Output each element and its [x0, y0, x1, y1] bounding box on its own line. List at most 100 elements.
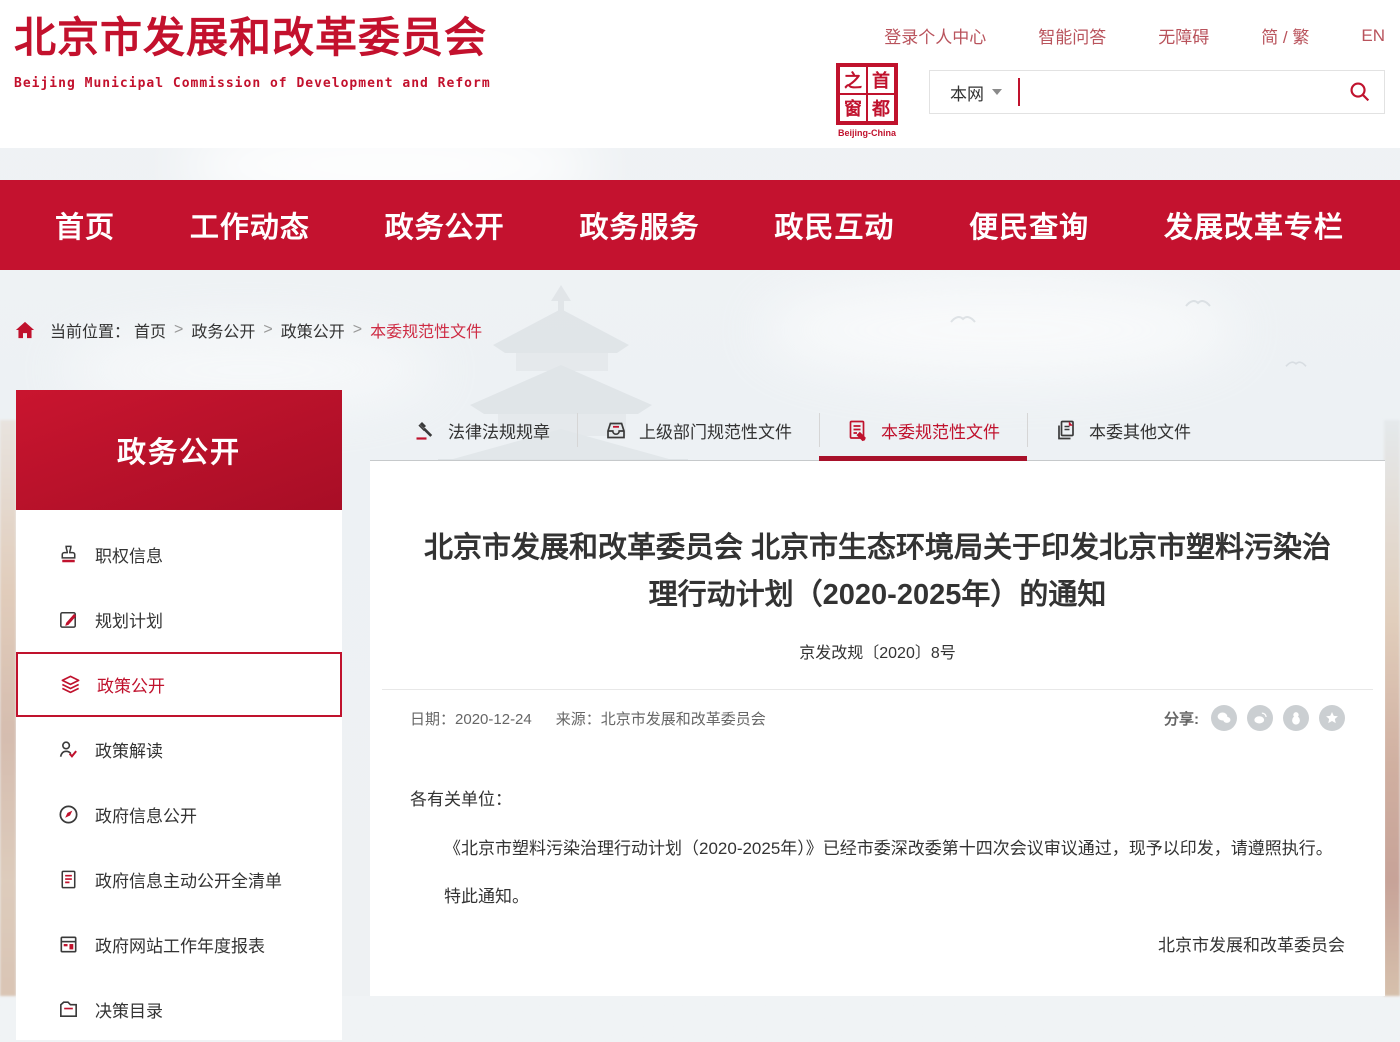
nav-item[interactable]: 便民查询 — [969, 204, 1089, 246]
page: { "colors": { "primary_red": "#c4122f", … — [0, 0, 1400, 996]
sidebar: 政务公开 职权信息 规划计划 政策公开 政策解读 — [16, 390, 342, 1040]
top-utility-link[interactable]: 智能问答 — [1038, 23, 1106, 48]
document-category-tabs: 法律法规规章 上级部门规范性文件 本委规范性文件 本委其他文件 — [370, 400, 1385, 461]
qq-icon — [1287, 709, 1305, 727]
share-bar: 分享: — [1164, 705, 1345, 731]
document-icon — [56, 868, 80, 892]
sidebar-item[interactable]: 政策解读 — [16, 717, 342, 782]
search-scope-label: 本网 — [950, 80, 984, 105]
tab-label: 本委规范性文件 — [881, 418, 1000, 443]
inbox-icon — [604, 418, 628, 442]
breadcrumb-separator: > — [263, 321, 272, 339]
search-scope-dropdown[interactable]: 本网 — [930, 80, 1002, 105]
tab-label: 法律法规规章 — [448, 418, 550, 443]
share-button[interactable] — [1283, 705, 1309, 731]
breadcrumb-label: 当前位置： — [50, 318, 130, 342]
cloud-decoration — [760, 280, 1240, 380]
tab[interactable]: 本委规范性文件 — [819, 400, 1027, 460]
breadcrumb-current: 本委规范性文件 — [370, 318, 482, 342]
article-source: 北京市发展和改革委员会 — [601, 711, 766, 728]
folder-icon — [56, 998, 80, 1022]
site-logo-title: 北京市发展和改革委员会 — [14, 14, 491, 62]
bird-decoration — [950, 312, 976, 324]
sidebar-title: 政务公开 — [16, 390, 342, 510]
source-label: 来源： — [556, 711, 601, 728]
nav-item[interactable]: 首页 — [55, 204, 115, 246]
person-check-icon — [56, 738, 80, 762]
breadcrumb-links: 首页>政务公开>政策公开> — [130, 318, 366, 342]
bird-decoration — [1185, 296, 1211, 308]
site-header: 北京市发展和改革委员会 Beijing Municipal Commission… — [0, 0, 1400, 148]
nav-item[interactable]: 工作动态 — [190, 204, 310, 246]
tab-label: 本委其他文件 — [1089, 418, 1191, 443]
paragraph: 特此通知。 — [410, 876, 1345, 919]
layers-icon — [58, 673, 82, 697]
sidebar-item[interactable]: 决策目录 — [16, 977, 342, 1042]
sidebar-item-label: 政府网站工作年度报表 — [95, 932, 265, 957]
sidebar-item-label: 职权信息 — [95, 542, 163, 567]
sidebar-item-label: 政府信息公开 — [95, 802, 197, 827]
article-panel: 北京市发展和改革委员会 北京市生态环境局关于印发北京市塑料污染治理行动计划（20… — [370, 461, 1385, 996]
nav-item[interactable]: 政民互动 — [774, 204, 894, 246]
weibo-icon — [1251, 709, 1269, 727]
nav-item[interactable]: 政务服务 — [579, 204, 699, 246]
document-pen-icon — [846, 418, 870, 442]
wechat-icon — [1215, 709, 1233, 727]
share-label: 分享: — [1164, 708, 1199, 729]
date-label: 日期： — [410, 711, 455, 728]
right-edge-background-image — [1384, 420, 1400, 996]
sidebar-item-label: 政策公开 — [97, 672, 165, 697]
share-buttons — [1211, 705, 1345, 731]
site-logo[interactable]: 北京市发展和改革委员会 Beijing Municipal Commission… — [14, 14, 491, 91]
tab[interactable]: 本委其他文件 — [1027, 400, 1218, 460]
share-button[interactable] — [1211, 705, 1237, 731]
home-icon — [14, 320, 36, 340]
breadcrumb-link[interactable]: 政策公开 — [281, 318, 345, 342]
capital-window-seal-logo[interactable]: 之首窗都 Beijing-China — [835, 63, 899, 138]
star-icon — [1323, 709, 1341, 727]
article-meta-row: 日期：2020-12-24来源：北京市发展和改革委员会 分享: — [410, 705, 1345, 731]
sidebar-item-label: 决策目录 — [95, 997, 163, 1022]
sidebar-item[interactable]: 政府网站工作年度报表 — [16, 912, 342, 977]
sidebar-item-label: 政府信息主动公开全清单 — [95, 867, 282, 892]
sidebar-item[interactable]: 政策公开 — [16, 652, 342, 717]
sidebar-item-label: 规划计划 — [95, 607, 163, 632]
tab[interactable]: 法律法规规章 — [386, 400, 577, 460]
article-title: 北京市发展和改革委员会 北京市生态环境局关于印发北京市塑料污染治理行动计划（20… — [413, 525, 1343, 619]
share-button[interactable] — [1247, 705, 1273, 731]
site-search-bar: 本网 — [929, 70, 1385, 114]
files-icon — [1054, 418, 1078, 442]
search-button[interactable] — [1340, 72, 1380, 112]
site-logo-subtitle: Beijing Municipal Commission of Developm… — [14, 76, 491, 91]
top-utility-links: 登录个人中心 智能问答 无障碍 简 / 繁 EN — [884, 23, 1385, 48]
breadcrumb-separator: > — [174, 321, 183, 339]
top-utility-link[interactable]: 登录个人中心 — [884, 23, 986, 48]
stamp-icon — [56, 543, 80, 567]
article-body: 各有关单位： 《北京市塑料污染治理行动计划（2020-2025年）》已经市委深改… — [410, 779, 1345, 967]
nav-item[interactable]: 政务公开 — [385, 204, 505, 246]
report-icon — [56, 933, 80, 957]
edit-icon — [56, 608, 80, 632]
top-utility-link[interactable]: 无障碍 — [1158, 23, 1209, 48]
sidebar-item[interactable]: 规划计划 — [16, 587, 342, 652]
chevron-down-icon — [992, 89, 1002, 95]
nav-item[interactable]: 发展改革专栏 — [1164, 204, 1344, 246]
seal-caption: Beijing-China — [835, 128, 899, 138]
sidebar-menu: 职权信息 规划计划 政策公开 政策解读 政府信息公开 — [16, 510, 342, 1042]
top-utility-link[interactable]: EN — [1361, 26, 1385, 46]
top-utility-link[interactable]: 简 / 繁 — [1261, 23, 1309, 48]
sidebar-item[interactable]: 职权信息 — [16, 522, 342, 587]
search-input[interactable] — [1028, 72, 1332, 112]
left-edge-background-image — [0, 420, 16, 996]
breadcrumb-link[interactable]: 首页 — [134, 318, 166, 342]
sidebar-item-label: 政策解读 — [95, 737, 163, 762]
seal-grid: 之首窗都 — [836, 63, 898, 125]
divider — [382, 689, 1373, 690]
tab[interactable]: 上级部门规范性文件 — [577, 400, 819, 460]
breadcrumb-link[interactable]: 政务公开 — [191, 318, 255, 342]
sidebar-item[interactable]: 政府信息公开 — [16, 782, 342, 847]
breadcrumb: 当前位置： 首页>政务公开>政策公开> 本委规范性文件 — [14, 318, 482, 342]
sidebar-item[interactable]: 政府信息主动公开全清单 — [16, 847, 342, 912]
share-button[interactable] — [1319, 705, 1345, 731]
seal-character: 首 — [867, 66, 895, 94]
